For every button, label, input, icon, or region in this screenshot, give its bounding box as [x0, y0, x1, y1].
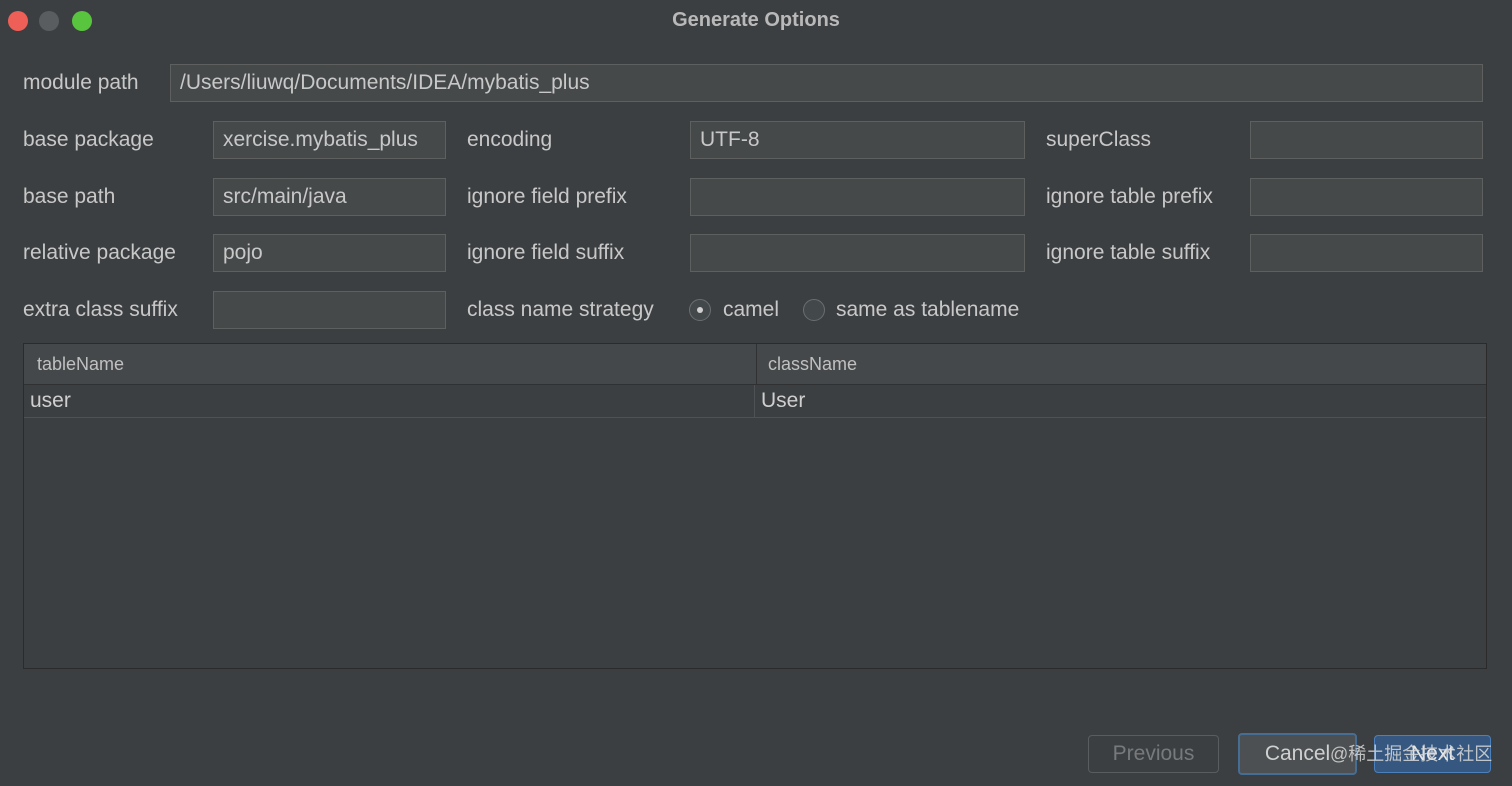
- relative-package-input[interactable]: pojo: [213, 234, 446, 272]
- base-package-label: base package: [23, 128, 154, 151]
- cell-tablename[interactable]: user: [30, 385, 71, 417]
- ignore-table-suffix-label: ignore table suffix: [1046, 241, 1211, 264]
- column-divider[interactable]: [756, 344, 757, 384]
- ignore-table-suffix-input[interactable]: [1250, 234, 1483, 272]
- column-header-tablename[interactable]: tableName: [37, 344, 124, 384]
- base-path-label: base path: [23, 185, 116, 208]
- cell-classname[interactable]: User: [761, 385, 805, 417]
- base-path-input[interactable]: src/main/java: [213, 178, 446, 216]
- ignore-table-prefix-input[interactable]: [1250, 178, 1483, 216]
- same-as-tablename-radio[interactable]: [803, 299, 825, 321]
- relative-package-label: relative package: [23, 241, 176, 264]
- superclass-input[interactable]: [1250, 121, 1483, 159]
- encoding-input[interactable]: UTF-8: [690, 121, 1025, 159]
- ignore-field-prefix-input[interactable]: [690, 178, 1025, 216]
- column-header-classname[interactable]: className: [768, 344, 857, 384]
- ignore-field-suffix-label: ignore field suffix: [467, 241, 625, 264]
- extra-class-suffix-label: extra class suffix: [23, 298, 178, 321]
- table-header: tableName className: [24, 344, 1486, 385]
- superclass-label: superClass: [1046, 128, 1152, 151]
- base-package-input[interactable]: xercise.mybatis_plus: [213, 121, 446, 159]
- watermark: @稀土掘金技术社区: [1330, 744, 1493, 764]
- ignore-table-prefix-label: ignore table prefix: [1046, 185, 1213, 208]
- table-mapping-grid[interactable]: tableName className user User: [23, 343, 1487, 669]
- title-bar: Generate Options: [0, 0, 1512, 42]
- ignore-field-suffix-input[interactable]: [690, 234, 1025, 272]
- generate-options-dialog: Generate Options module path /Users/liuw…: [0, 0, 1512, 786]
- encoding-label: encoding: [467, 128, 553, 151]
- camel-radio[interactable]: [689, 299, 711, 321]
- cell-divider: [754, 385, 755, 417]
- same-as-tablename-radio-label[interactable]: same as tablename: [836, 291, 1019, 329]
- extra-class-suffix-input[interactable]: [213, 291, 446, 329]
- module-path-label: module path: [23, 71, 139, 94]
- ignore-field-prefix-label: ignore field prefix: [467, 185, 627, 208]
- camel-radio-label[interactable]: camel: [723, 291, 779, 329]
- class-name-strategy-label: class name strategy: [467, 298, 654, 321]
- table-row[interactable]: user User: [24, 385, 1486, 418]
- module-path-input[interactable]: /Users/liuwq/Documents/IDEA/mybatis_plus: [170, 64, 1483, 102]
- previous-button[interactable]: Previous: [1088, 735, 1219, 773]
- dialog-title: Generate Options: [672, 9, 840, 31]
